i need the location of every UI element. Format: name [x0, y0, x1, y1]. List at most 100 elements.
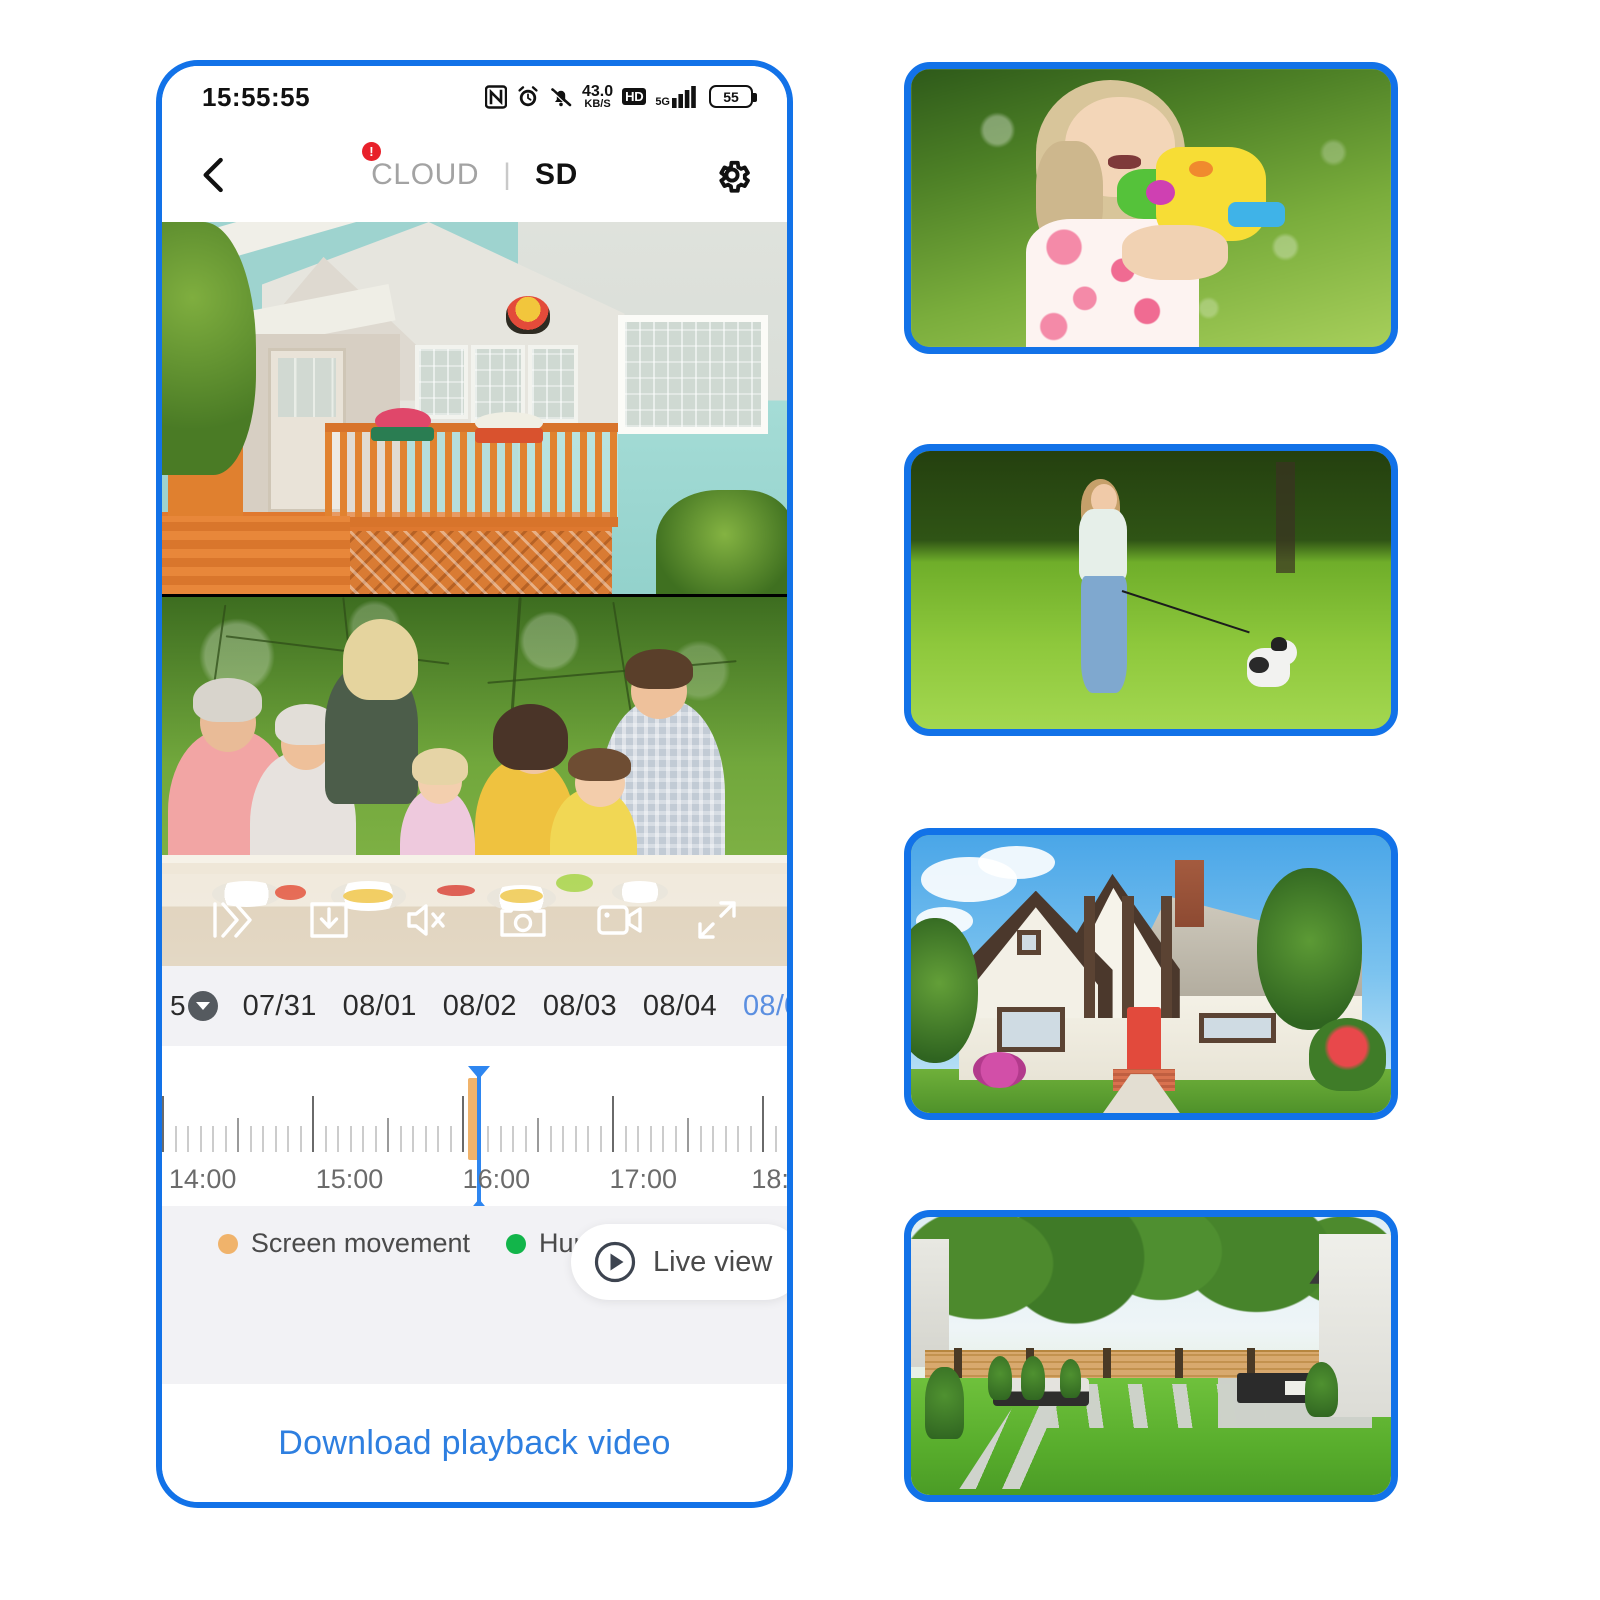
legend-item-screen-movement: Screen movement	[217, 1228, 470, 1259]
status-icon-group: 43.0 KB/S HD 5G 55	[484, 83, 757, 111]
video-stack	[162, 222, 787, 966]
timeline-tick	[374, 1126, 377, 1152]
timeline-tick	[512, 1126, 514, 1152]
date-item-5[interactable]: 08/05	[730, 990, 787, 1023]
battery-level: 55	[723, 88, 739, 105]
hd-icon: HD	[622, 88, 647, 106]
timeline-tick	[749, 1126, 752, 1152]
fullscreen-button[interactable]	[692, 895, 742, 945]
tab-sd[interactable]: SD	[535, 158, 578, 192]
signal-5g-icon: 5G	[655, 95, 670, 108]
player-control-bar	[162, 874, 787, 966]
timeline-tick	[612, 1096, 614, 1152]
timeline-tick	[237, 1118, 239, 1152]
live-view-button[interactable]: Live view	[571, 1224, 787, 1300]
play-circle-icon	[594, 1241, 636, 1283]
timeline-tick	[412, 1126, 414, 1152]
timeline-label-1: 15:00	[315, 1164, 384, 1194]
timeline-tick	[562, 1126, 564, 1152]
playback-timeline[interactable]: 14:00 15:00 16:00 17:00 18:0	[162, 1046, 787, 1206]
live-view-label: Live view	[653, 1245, 773, 1278]
timeline-tick	[462, 1096, 464, 1152]
timeline-tick	[524, 1126, 527, 1152]
date-item-1[interactable]: 08/01	[330, 990, 430, 1023]
alarm-icon	[518, 86, 538, 107]
mute-button[interactable]	[401, 895, 451, 945]
timeline-tick	[449, 1126, 452, 1152]
timeline-lower-panel: Screen movement Human appears Live view	[162, 1206, 787, 1384]
timeline-tick	[424, 1126, 427, 1152]
porch-scene	[162, 222, 787, 594]
timeline-tick	[362, 1126, 364, 1152]
photo-backyard	[904, 1210, 1398, 1502]
tab-cloud-label: CLOUD	[371, 158, 480, 191]
date-item-2[interactable]: 08/02	[430, 990, 530, 1023]
timeline-tick	[399, 1126, 402, 1152]
snapshot-button[interactable]	[498, 895, 548, 945]
timeline-tick	[487, 1126, 489, 1152]
timeline-tick	[437, 1126, 439, 1152]
timeline-tick	[737, 1126, 739, 1152]
timeline-tick	[712, 1126, 714, 1152]
battery-icon: 55	[709, 85, 757, 109]
page-root: 15:55:55 43.0 KB/S HD 5G 55 ! CLOUD | SD…	[0, 0, 1600, 1600]
timeline-tick	[674, 1126, 677, 1152]
date-selector-strip[interactable]: 5 07/31 08/01 08/02 08/03 08/04 08/05	[162, 966, 787, 1046]
tab-divider: |	[503, 158, 511, 191]
download-clip-button[interactable]	[304, 895, 354, 945]
photo-tudor-house-image	[911, 835, 1391, 1113]
photo-tudor-house	[904, 828, 1398, 1120]
timeline-tick	[699, 1126, 702, 1152]
timeline-tick	[212, 1126, 214, 1152]
timeline-tick	[249, 1126, 252, 1152]
timeline-tick	[187, 1126, 189, 1152]
timeline-tick	[587, 1126, 589, 1152]
network-speed-value: 43.0	[581, 83, 614, 101]
timeline-tick	[574, 1126, 577, 1152]
chevron-down-icon[interactable]	[187, 991, 218, 1021]
timeline-label-0: 14:00	[168, 1164, 237, 1194]
network-speed-unit: KB/S	[584, 98, 611, 111]
record-button[interactable]	[595, 895, 645, 945]
timeline-tick	[774, 1126, 777, 1152]
legend-dot-green	[505, 1233, 526, 1254]
timeline-tick	[762, 1096, 764, 1152]
mute-bell-icon	[551, 88, 572, 107]
legend-label-screen-movement: Screen movement	[250, 1228, 470, 1258]
timeline-tick	[549, 1126, 552, 1152]
date-item-3[interactable]: 08/03	[530, 990, 630, 1023]
timeline-tick	[349, 1126, 352, 1152]
timeline-tick	[324, 1126, 327, 1152]
timeline-tick	[724, 1126, 727, 1152]
timeline-tick	[499, 1126, 502, 1152]
timeline-tick	[287, 1126, 289, 1152]
back-icon[interactable]	[194, 155, 234, 195]
date-item-4[interactable]: 08/04	[630, 990, 730, 1023]
download-playback-label: Download playback video	[278, 1423, 671, 1462]
playback-speed-button[interactable]	[207, 895, 257, 945]
timeline-tick	[637, 1126, 639, 1152]
nfc-icon	[484, 85, 507, 109]
timeline-tick	[649, 1126, 652, 1152]
timeline-label-2: 16:00	[462, 1164, 531, 1194]
timeline-tick	[224, 1126, 227, 1152]
timeline-label-3: 17:00	[609, 1164, 678, 1194]
date-item-0[interactable]: 07/31	[230, 990, 330, 1023]
tab-cloud[interactable]: ! CLOUD	[362, 142, 480, 192]
timeline-tick	[337, 1126, 339, 1152]
date-truncated-prefix: 5	[170, 990, 186, 1021]
status-bar: 15:55:55 43.0 KB/S HD 5G 55	[162, 66, 787, 128]
timeline-tick	[199, 1126, 202, 1152]
download-playback-bar[interactable]: Download playback video	[162, 1384, 787, 1502]
timeline-tick	[537, 1118, 539, 1152]
photo-girl-water-gun-image	[911, 69, 1391, 347]
video-frame-family[interactable]	[162, 594, 787, 966]
timeline-label-4: 18:0	[751, 1164, 787, 1194]
timeline-tick	[299, 1126, 302, 1152]
timeline-tick	[624, 1126, 627, 1152]
video-frame-porch[interactable]	[162, 222, 787, 594]
legend-dot-orange	[217, 1233, 238, 1254]
timeline-tick	[274, 1126, 277, 1152]
gear-icon[interactable]	[711, 154, 753, 196]
tab-sd-label: SD	[534, 158, 578, 191]
